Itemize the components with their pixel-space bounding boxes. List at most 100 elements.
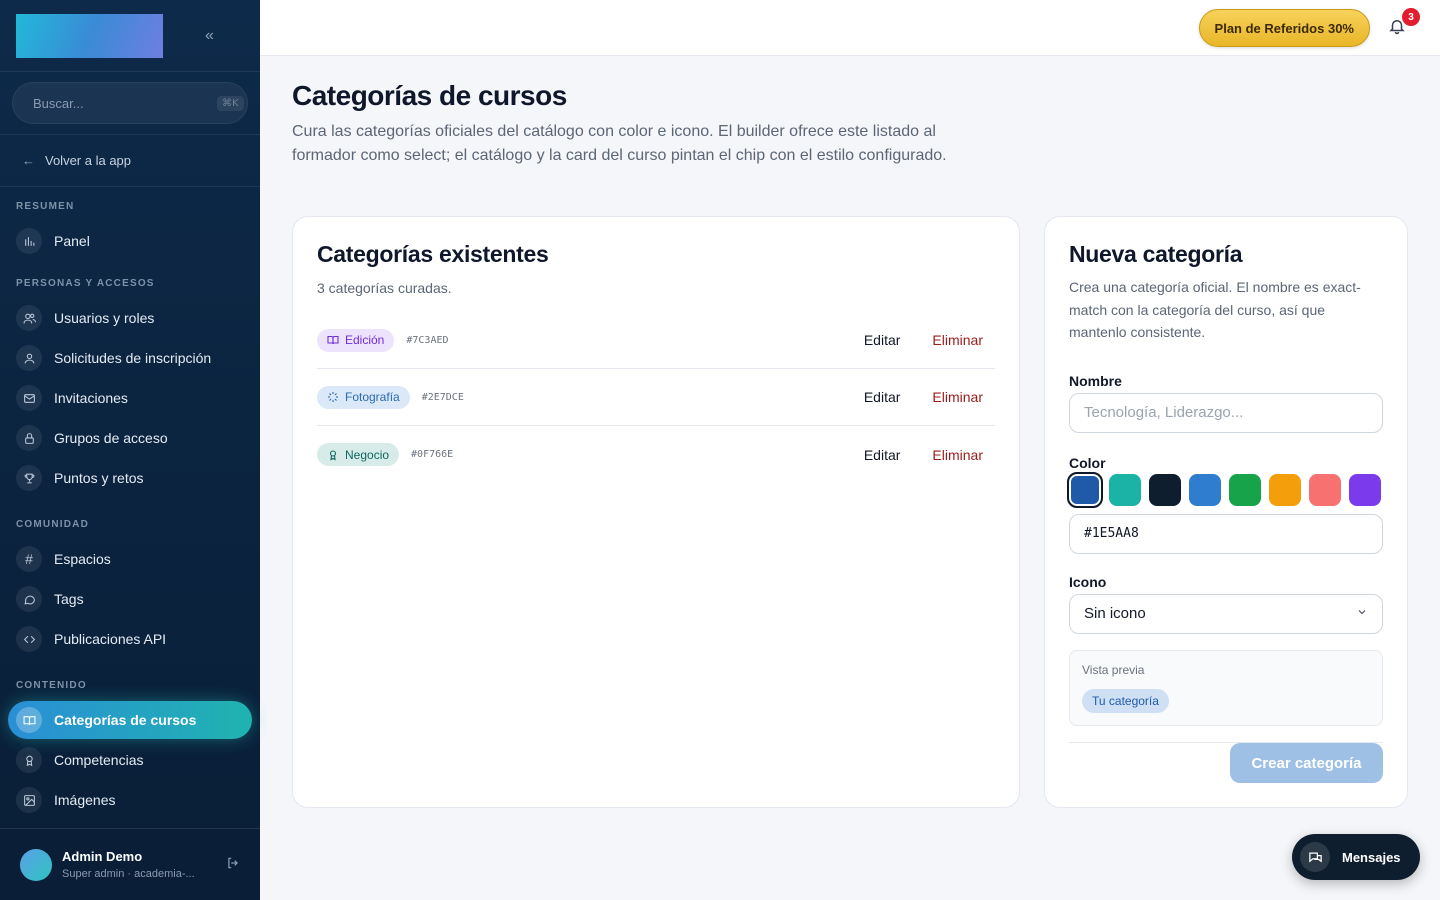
award-icon — [327, 449, 339, 461]
color-label: Color — [1069, 454, 1106, 471]
book-open-icon — [16, 707, 42, 733]
edit-button[interactable]: Editar — [864, 447, 901, 463]
hash-icon: # — [16, 546, 42, 572]
sidebar-item-competencias[interactable]: Competencias — [8, 741, 252, 779]
sidebar-item-label: Solicitudes de inscripción — [54, 350, 212, 366]
color-swatch[interactable] — [1309, 473, 1341, 506]
sidebar-item-puntos[interactable]: Puntos y retos — [8, 459, 252, 497]
message-circle-icon — [16, 586, 42, 612]
user-role: Super admin · academia-... — [62, 868, 195, 880]
sidebar-item-usuarios[interactable]: Usuarios y roles — [8, 299, 252, 337]
sidebar-item-label: Usuarios y roles — [54, 310, 155, 326]
collapse-sidebar-icon[interactable]: « — [205, 27, 214, 45]
category-name: Fotografía — [345, 390, 400, 404]
preview-chip: Tu categoría — [1082, 688, 1169, 713]
edit-button[interactable]: Editar — [864, 332, 901, 348]
logout-icon[interactable] — [226, 856, 240, 873]
user-info: Admin Demo Super admin · academia-... — [62, 849, 195, 880]
new-category-description: Crea una categoría oficial. El nombre es… — [1069, 279, 1361, 340]
category-hex: #2E7DCE — [421, 391, 464, 403]
bar-chart-icon — [16, 228, 42, 254]
page-title: Categorías de cursos — [292, 80, 567, 111]
sidebar-item-categorias[interactable]: Categorías de cursos — [8, 701, 252, 739]
category-chip: Fotografía — [317, 385, 410, 409]
code-icon — [16, 626, 42, 652]
color-swatch[interactable] — [1229, 473, 1261, 506]
preview-label: Vista previa — [1082, 662, 1145, 677]
sidebar-item-publicaciones[interactable]: Publicaciones API — [8, 620, 252, 658]
category-hex: #0F766E — [411, 449, 454, 460]
color-swatch[interactable] — [1269, 473, 1301, 506]
arrow-left-icon: ← — [22, 153, 35, 168]
page-description: Cura las categorías oficiales del catálo… — [292, 123, 947, 164]
color-swatch[interactable] — [1349, 473, 1381, 506]
sidebar-item-panel[interactable]: Panel — [8, 222, 252, 260]
row-actions: Editar Eliminar — [864, 389, 995, 405]
sidebar-item-label: Publicaciones API — [54, 631, 167, 647]
back-to-app-label: Volver a la app — [45, 153, 132, 168]
color-swatch[interactable] — [1109, 473, 1141, 506]
category-chip: Negocio — [317, 443, 400, 466]
sidebar-item-label: Invitaciones — [54, 390, 128, 406]
new-category-title: Nueva categoría — [1069, 241, 1243, 267]
sidebar: « ⌘K ← Volver a la app RESUMEN Panel PER… — [0, 0, 260, 900]
back-to-app-link[interactable]: ← Volver a la app — [0, 135, 260, 187]
sidebar-item-invitaciones[interactable]: Invitaciones — [8, 379, 252, 417]
user-name: Admin Demo — [62, 849, 143, 864]
row-actions: Editar Eliminar — [864, 332, 995, 348]
color-swatches — [1067, 471, 1383, 508]
category-hex: #7C3AED — [406, 334, 449, 346]
sidebar-item-grupos[interactable]: Grupos de acceso — [8, 419, 252, 457]
delete-button[interactable]: Eliminar — [932, 447, 983, 463]
sidebar-item-tags[interactable]: Tags — [8, 580, 252, 618]
sidebar-item-solicitudes[interactable]: Solicitudes de inscripción — [8, 339, 252, 377]
sidebar-item-label: Categorías de cursos — [54, 712, 197, 728]
create-category-button[interactable]: Crear categoría — [1230, 743, 1383, 783]
search-shortcut: ⌘K — [217, 95, 244, 111]
avatar — [20, 848, 52, 881]
category-chip: Edición — [317, 328, 395, 352]
color-swatch[interactable] — [1189, 473, 1221, 506]
sidebar-item-label: Competencias — [54, 752, 144, 768]
delete-button[interactable]: Eliminar — [932, 389, 983, 405]
users-icon — [16, 305, 42, 331]
existing-categories-subtitle: 3 categorías curadas. — [317, 280, 452, 296]
sidebar-item-imagenes[interactable]: Imágenes — [8, 781, 252, 819]
sidebar-item-label: Imágenes — [54, 792, 116, 808]
edit-button[interactable]: Editar — [864, 389, 901, 405]
icon-label: Icono — [1069, 573, 1107, 590]
name-input[interactable] — [1069, 392, 1383, 433]
icon-select-value: Sin icono — [1084, 605, 1146, 622]
book-icon — [327, 334, 339, 346]
section-label-contenido: CONTENIDO — [16, 680, 87, 691]
search-input[interactable] — [33, 95, 209, 111]
messages-label: Mensajes — [1342, 849, 1401, 865]
existing-categories-card: Categorías existentes 3 categorías curad… — [292, 216, 1020, 808]
category-name: Negocio — [345, 447, 390, 462]
brand-logo[interactable] — [16, 13, 163, 58]
referral-plan-button[interactable]: Plan de Referidos 30% — [1198, 9, 1370, 47]
messages-button[interactable]: Mensajes — [1292, 834, 1420, 880]
row-actions: Editar Eliminar — [864, 447, 995, 463]
category-row: Fotografía #2E7DCE Editar Eliminar — [317, 369, 995, 426]
color-hex-input[interactable] — [1069, 513, 1383, 554]
color-swatch[interactable] — [1067, 471, 1103, 508]
award-icon — [16, 747, 42, 773]
search-box[interactable]: ⌘K — [12, 82, 248, 124]
sidebar-item-label: Espacios — [54, 551, 111, 567]
mail-icon — [16, 385, 42, 411]
icon-select[interactable]: Sin icono — [1069, 593, 1383, 634]
color-swatch[interactable] — [1149, 473, 1181, 506]
name-label: Nombre — [1069, 372, 1122, 389]
user-profile[interactable]: Admin Demo Super admin · academia-... — [0, 828, 260, 900]
category-name: Edición — [345, 333, 385, 347]
section-label-resumen: RESUMEN — [16, 201, 75, 212]
new-category-card: Nueva categoría Crea una categoría ofici… — [1044, 216, 1408, 808]
sidebar-item-espacios[interactable]: # Espacios — [8, 540, 252, 578]
delete-button[interactable]: Eliminar — [932, 332, 983, 348]
chevron-down-icon — [1356, 605, 1368, 622]
image-icon — [16, 787, 42, 813]
lock-icon — [16, 425, 42, 451]
sidebar-item-label: Tags — [54, 591, 84, 607]
preview-box: Vista previa Tu categoría — [1069, 649, 1383, 726]
